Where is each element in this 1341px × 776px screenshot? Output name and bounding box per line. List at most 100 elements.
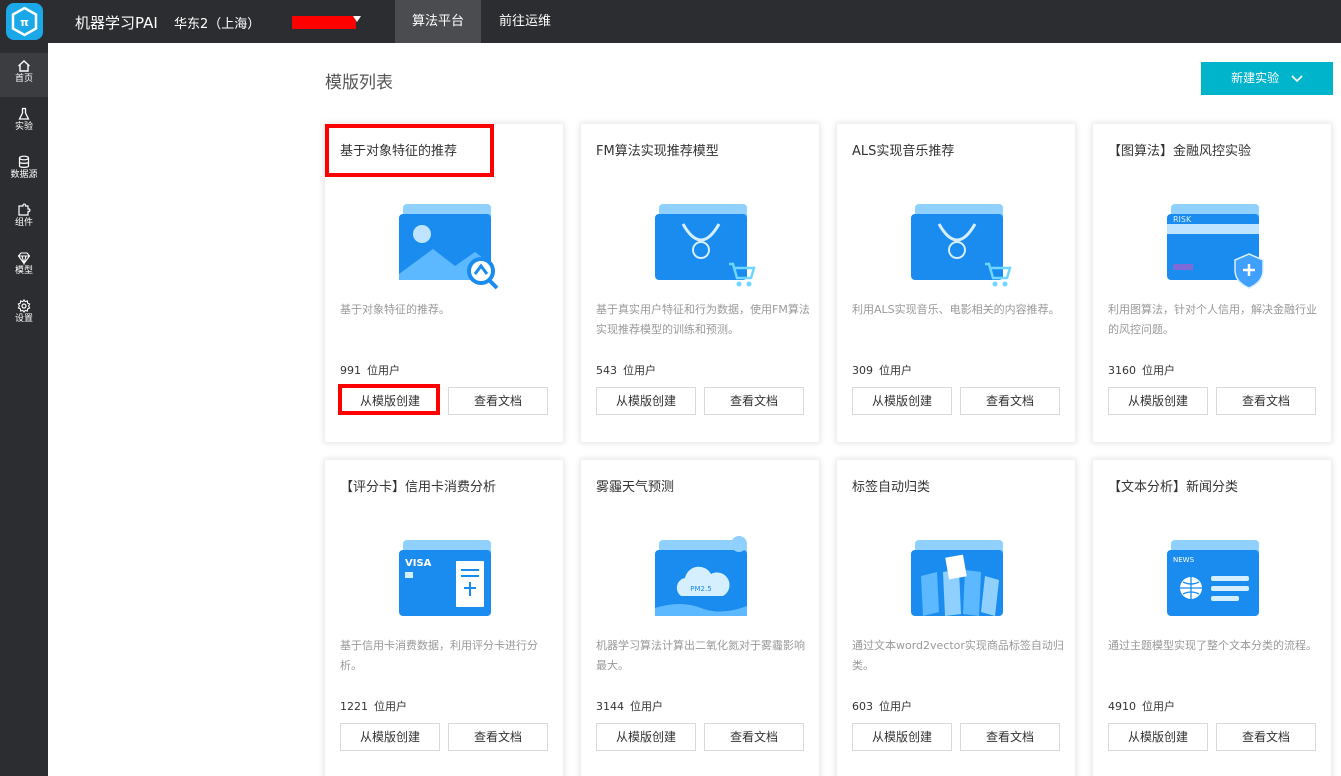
template-card[interactable]: 【文本分析】新闻分类 NEWS 通过主题模型实现了整个文本分类的流程。 4910… xyxy=(1092,459,1332,776)
user-count-unit: 位用户 xyxy=(630,700,663,713)
shopping-bag-illustration-icon xyxy=(911,204,1012,287)
region-selector[interactable]: 华东2（上海） xyxy=(174,13,260,32)
sidebar-item-label: 模型 xyxy=(14,266,33,276)
template-card[interactable]: 雾霾天气预测 PM2.5 机器学习算法计算出二氧化氮对于雾霾影响最大。 3144… xyxy=(580,459,820,776)
create-from-template-button[interactable]: 从模版创建 xyxy=(852,387,952,415)
top-bar: π 机器学习PAI 华东2（上海） 算法平台 前往运维 xyxy=(0,0,1341,43)
create-from-template-button[interactable]: 从模版创建 xyxy=(596,723,696,751)
caret-down-icon[interactable] xyxy=(353,16,361,22)
view-docs-button[interactable]: 查看文档 xyxy=(960,723,1060,751)
card-user-count: 3144 位用户 xyxy=(596,698,663,714)
card-title: ALS实现音乐推荐 xyxy=(852,144,955,159)
card-user-count: 4910 位用户 xyxy=(1108,698,1175,714)
sidebar-item-models[interactable]: 模型 xyxy=(0,245,48,289)
risk-card-illustration-icon: RISK xyxy=(1167,204,1264,289)
user-count-value: 3160 xyxy=(1108,364,1136,377)
tab-algorithm-platform[interactable]: 算法平台 xyxy=(395,0,481,43)
highlight-box-create-button xyxy=(338,384,440,415)
new-experiment-label: 新建实验 xyxy=(1231,71,1280,85)
create-from-template-button[interactable]: 从模版创建 xyxy=(852,723,952,751)
card-description: 机器学习算法计算出二氧化氮对于雾霾影响最大。 xyxy=(596,639,805,672)
create-from-template-button[interactable]: 从模版创建 xyxy=(1108,387,1208,415)
page-title: 模版列表 xyxy=(325,73,393,93)
svg-text:π: π xyxy=(20,16,29,29)
database-icon xyxy=(18,155,30,168)
svg-text:PM2.5: PM2.5 xyxy=(690,585,711,593)
user-count-unit: 位用户 xyxy=(879,700,912,713)
sidebar-item-label: 组件 xyxy=(14,218,33,228)
template-card[interactable]: 【评分卡】信用卡消费分析 VISA 基于信用卡消费数据，利用评分卡进行分析。 1… xyxy=(324,459,564,776)
user-count-value: 4910 xyxy=(1108,700,1136,713)
card-description: 通过文本word2vector实现商品标签自动归类。 xyxy=(852,639,1064,672)
chevron-down-icon xyxy=(1291,74,1303,82)
sidebar-item-experiments[interactable]: 实验 xyxy=(0,101,48,145)
card-description: 利用图算法，针对个人信用，解决金融行业的风控问题。 xyxy=(1108,303,1317,336)
user-count-value: 603 xyxy=(852,700,873,713)
user-count-unit: 位用户 xyxy=(1142,700,1175,713)
card-title: 标签自动归类 xyxy=(852,480,931,495)
create-from-template-button[interactable]: 从模版创建 xyxy=(596,387,696,415)
sidebar-item-datasource[interactable]: 数据源 xyxy=(0,149,48,193)
card-user-count: 991 位用户 xyxy=(340,362,400,378)
sidebar: 首页 实验 数据源 组件 模型 设置 xyxy=(0,43,48,776)
card-description: 基于真实用户特征和行为数据，使用FM算法实现推荐模型的训练和预测。 xyxy=(596,303,810,336)
template-card[interactable]: ALS实现音乐推荐 利用ALS实现音乐、电影相关的内容推荐。 309 位用户 从模… xyxy=(836,123,1076,443)
view-docs-button[interactable]: 查看文档 xyxy=(448,387,548,415)
card-title: 雾霾天气预测 xyxy=(596,480,675,495)
sidebar-item-label: 首页 xyxy=(14,74,33,84)
shopping-bag-illustration-icon xyxy=(655,204,756,287)
tags-illustration-icon xyxy=(911,540,1003,616)
news-illustration-icon: NEWS xyxy=(1167,540,1259,616)
view-docs-button[interactable]: 查看文档 xyxy=(704,723,804,751)
card-user-count: 3160 位用户 xyxy=(1108,362,1175,378)
pai-logo-icon[interactable]: π xyxy=(6,3,43,40)
card-user-count: 309 位用户 xyxy=(852,362,912,378)
card-user-count: 543 位用户 xyxy=(596,362,656,378)
sidebar-item-settings[interactable]: 设置 xyxy=(0,293,48,337)
new-experiment-button[interactable]: 新建实验 xyxy=(1201,62,1333,95)
gear-icon xyxy=(17,299,31,313)
card-description: 基于信用卡消费数据，利用评分卡进行分析。 xyxy=(340,639,538,672)
template-card[interactable]: FM算法实现推荐模型 基于真实用户特征和行为数据，使用FM算法实现推荐模型的训练… xyxy=(580,123,820,443)
diamond-icon xyxy=(17,252,31,265)
visa-card-illustration-icon: VISA xyxy=(399,540,491,616)
user-count-unit: 位用户 xyxy=(1142,364,1175,377)
home-icon xyxy=(18,60,30,72)
card-user-count: 1221 位用户 xyxy=(340,698,407,714)
template-card[interactable]: 【图算法】金融风控实验 RISK 利用图算法，针对个人信用，解决金融行业的风控问… xyxy=(1092,123,1332,443)
tab-go-to-ops[interactable]: 前往运维 xyxy=(482,0,568,43)
puzzle-icon xyxy=(18,203,31,216)
user-count-value: 543 xyxy=(596,364,617,377)
app-title: 机器学习PAI xyxy=(75,14,158,32)
user-count-value: 3144 xyxy=(596,700,624,713)
user-count-value: 309 xyxy=(852,364,873,377)
card-user-count: 603 位用户 xyxy=(852,698,912,714)
create-from-template-button[interactable]: 从模版创建 xyxy=(1108,723,1208,751)
template-card[interactable]: 标签自动归类 通过文本word2vector实现商品标签自动归类。 603 位用户… xyxy=(836,459,1076,776)
view-docs-button[interactable]: 查看文档 xyxy=(1216,387,1316,415)
pm25-cloud-illustration-icon: PM2.5 xyxy=(655,536,747,616)
highlight-box-card-title xyxy=(325,124,494,177)
sidebar-item-label: 设置 xyxy=(14,314,33,324)
create-from-template-button[interactable]: 从模版创建 xyxy=(340,723,440,751)
user-count-value: 991 xyxy=(340,364,361,377)
svg-text:VISA: VISA xyxy=(405,558,432,569)
view-docs-button[interactable]: 查看文档 xyxy=(960,387,1060,415)
account-redacted[interactable] xyxy=(292,16,356,29)
sidebar-item-components[interactable]: 组件 xyxy=(0,197,48,241)
svg-text:RISK: RISK xyxy=(1173,215,1192,224)
user-count-unit: 位用户 xyxy=(879,364,912,377)
user-count-unit: 位用户 xyxy=(374,700,407,713)
image-search-illustration-icon xyxy=(399,204,499,290)
sidebar-item-home[interactable]: 首页 xyxy=(0,53,48,97)
view-docs-button[interactable]: 查看文档 xyxy=(1216,723,1316,751)
sidebar-item-label: 数据源 xyxy=(10,170,38,180)
sidebar-item-label: 实验 xyxy=(14,122,33,132)
view-docs-button[interactable]: 查看文档 xyxy=(704,387,804,415)
card-description: 基于对象特征的推荐。 xyxy=(340,303,450,316)
svg-text:NEWS: NEWS xyxy=(1173,556,1195,564)
card-description: 利用ALS实现音乐、电影相关的内容推荐。 xyxy=(852,303,1060,316)
view-docs-button[interactable]: 查看文档 xyxy=(448,723,548,751)
user-count-value: 1221 xyxy=(340,700,368,713)
flask-icon xyxy=(18,107,30,120)
